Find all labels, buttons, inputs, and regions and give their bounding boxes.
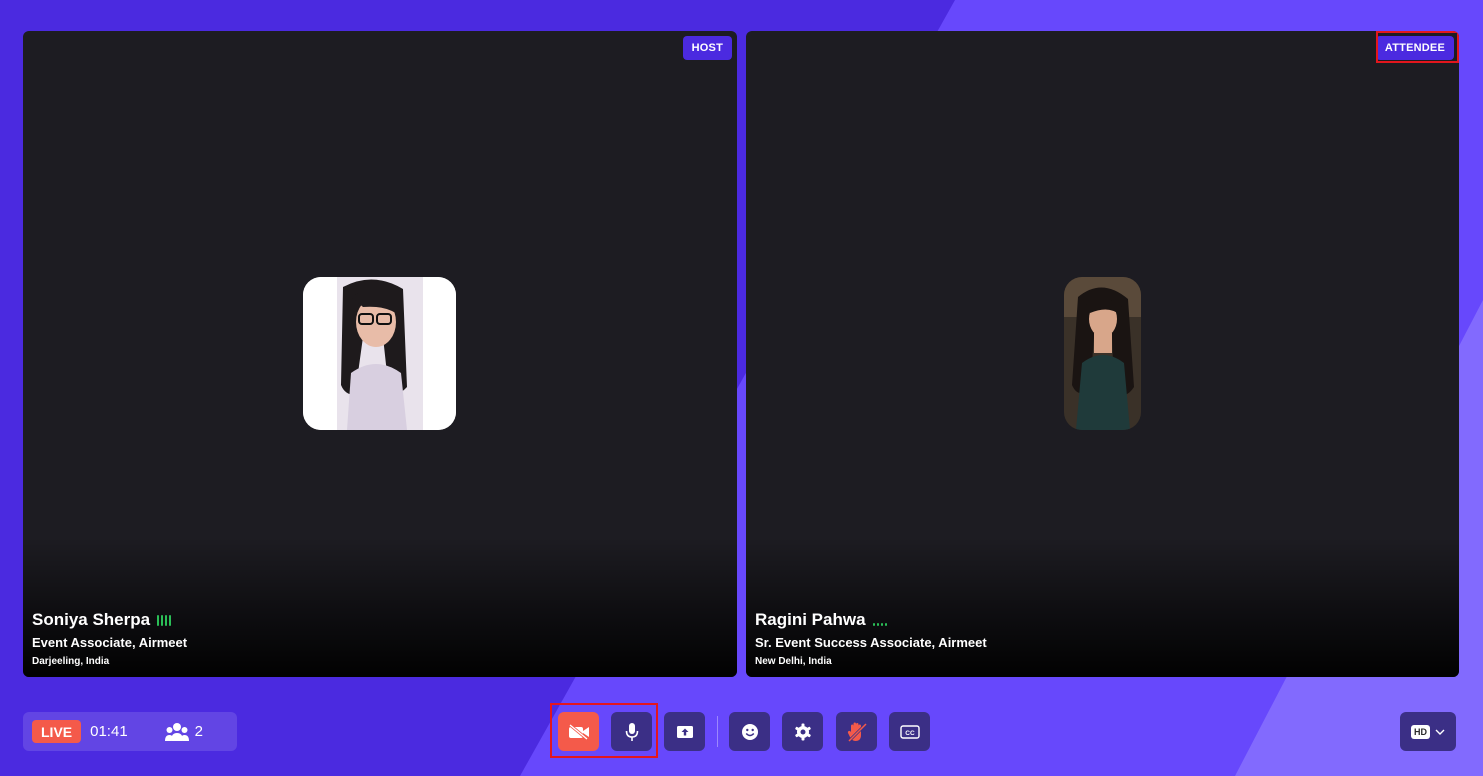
- microphone-icon: [625, 722, 638, 741]
- raise-hand-button[interactable]: [836, 712, 877, 751]
- audio-level-icon: [872, 614, 887, 626]
- participant-avatar: [303, 277, 456, 430]
- speaker-title: Sr. Event Success Associate, Airmeet: [755, 635, 987, 650]
- screen-share-button[interactable]: [664, 712, 705, 751]
- live-badge: LIVE: [32, 720, 82, 743]
- speaker-title: Event Associate, Airmeet: [32, 635, 188, 650]
- participants-count-value: 2: [194, 723, 204, 740]
- video-quality-dropdown[interactable]: HD: [1400, 712, 1456, 751]
- speaker-location: Darjeeling, India: [32, 656, 110, 667]
- people-icon: [164, 722, 189, 741]
- hd-badge: HD: [1411, 724, 1430, 739]
- role-badge-host: HOST: [682, 36, 732, 60]
- person-photo-icon: [1064, 277, 1141, 430]
- session-timer: 01:41: [90, 723, 128, 740]
- speaker-info: Ragini Pahwa Sr. Event Success Associate…: [755, 610, 987, 667]
- svg-text:CC: CC: [905, 730, 915, 737]
- camera-off-icon: [568, 723, 589, 740]
- video-tile-host[interactable]: HOST Soniya Sherpa Event Associate, Airm…: [23, 31, 737, 677]
- chevron-down-icon: [1435, 729, 1445, 735]
- role-badge-attendee: ATTENDEE: [1375, 36, 1454, 60]
- screen-share-icon: [676, 725, 693, 738]
- smiley-icon: [741, 723, 758, 740]
- session-status: LIVE 01:41 2: [23, 712, 237, 751]
- speaker-name: Soniya Sherpa: [32, 610, 151, 629]
- hand-off-icon: [847, 722, 867, 742]
- speaker-name: Ragini Pahwa: [755, 610, 866, 629]
- settings-button[interactable]: [782, 712, 823, 751]
- camera-toggle-button[interactable]: [558, 712, 599, 751]
- gear-icon: [794, 723, 811, 740]
- video-tile-attendee[interactable]: ATTENDEE Ragini Pahwa Sr. Event Success …: [746, 31, 1459, 677]
- reactions-button[interactable]: [729, 712, 770, 751]
- microphone-toggle-button[interactable]: [611, 712, 652, 751]
- audio-level-icon: [157, 614, 172, 626]
- speaker-info: Soniya Sherpa Event Associate, Airmeet D…: [32, 610, 187, 667]
- captions-button[interactable]: CC: [889, 712, 930, 751]
- participants-count[interactable]: 2: [164, 722, 204, 742]
- person-photo-icon: [303, 277, 456, 430]
- speaker-location: New Delhi, India: [755, 656, 832, 667]
- controls-divider: [717, 716, 718, 747]
- participant-avatar: [1064, 277, 1141, 430]
- cc-icon: CC: [899, 724, 920, 739]
